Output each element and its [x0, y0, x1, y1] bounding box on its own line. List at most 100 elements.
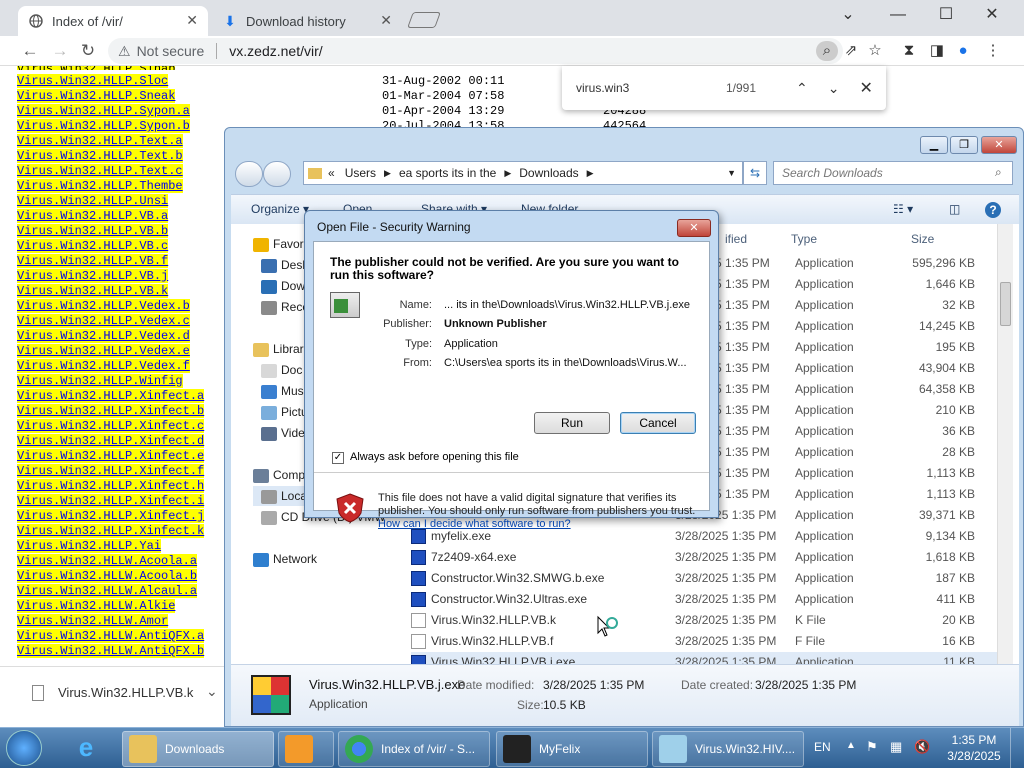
file-row[interactable]: Virus.Win32.HLLP.VB.f 3/28/2025 1:35 PM F …: [411, 631, 1001, 652]
listing-link[interactable]: Virus.Win32.HLLP.Sypon.b: [17, 119, 190, 133]
organize-button[interactable]: Organize ▾: [251, 202, 309, 216]
listing-link[interactable]: Virus.Win32.HLLW.Alcaul.a: [17, 584, 198, 598]
breadcrumb-arrow-icon[interactable]: ▶: [384, 168, 391, 179]
file-row[interactable]: Constructor.Win32.Ultras.exe 3/28/2025 1:…: [411, 589, 1001, 610]
listing-row[interactable]: Virus.Win32.HLLP.Yai: [17, 539, 162, 554]
show-desktop-button[interactable]: [1010, 728, 1024, 768]
taskbar-item-chrome[interactable]: Index of /vir/ - S...: [338, 731, 490, 767]
nav-item[interactable]: Comp: [253, 465, 305, 485]
listing-row[interactable]: Virus.Win32.HLLW.Acoola.b: [17, 569, 198, 584]
nav-item[interactable]: Librar: [253, 339, 304, 359]
find-input[interactable]: virus.win3: [576, 81, 722, 95]
find-close-icon[interactable]: ✕: [859, 78, 872, 98]
profile-avatar-icon[interactable]: ●: [952, 41, 974, 61]
listing-link[interactable]: Virus.Win32.HLLP.Text.c: [17, 164, 183, 178]
listing-row[interactable]: Virus.Win32.HLLP.VB.a: [17, 209, 169, 224]
listing-link[interactable]: Virus.Win32.HLLP.VB.b: [17, 224, 169, 238]
listing-link[interactable]: Virus.Win32.HLLP.Xinfect.k: [17, 524, 205, 538]
help-icon[interactable]: ?: [985, 202, 1001, 218]
nav-item[interactable]: Doc: [261, 360, 302, 380]
dialog-close-button[interactable]: ✕: [677, 219, 711, 237]
listing-link[interactable]: Virus.Win32.HLLP.Vedex.b: [17, 299, 190, 313]
nav-item[interactable]: Vide: [261, 423, 305, 443]
listing-link[interactable]: Virus.Win32.HLLP.Sneak: [17, 89, 176, 103]
listing-link[interactable]: Virus.Win32.HLLP.Winfig: [17, 374, 183, 388]
listing-row[interactable]: Virus.Win32.HLLP.Xinfect.i: [17, 494, 205, 509]
listing-row[interactable]: Virus.Win32.HLLP.VB.k: [17, 284, 169, 299]
new-tab-button[interactable]: [407, 12, 441, 28]
listing-row[interactable]: Virus.Win32.HLLP.Sneak: [17, 89, 176, 104]
clock-date[interactable]: 3/28/2025: [944, 749, 1004, 763]
listing-link[interactable]: Virus.Win32.HLLP.Vedex.c: [17, 314, 190, 328]
clock-time[interactable]: 1:35 PM: [948, 733, 1000, 747]
listing-link[interactable]: Virus.Win32.HLLP.Vedex.e: [17, 344, 190, 358]
listing-link[interactable]: Virus.Win32.HLLW.Amor: [17, 614, 169, 628]
warning-icon[interactable]: ⚠: [118, 43, 131, 60]
listing-row[interactable]: Virus.Win32.HLLW.AntiQFX.b: [17, 644, 205, 659]
maximize-button[interactable]: ❐: [950, 136, 978, 154]
listing-row[interactable]: Virus.Win32.HLLW.Alcaul.a: [17, 584, 198, 599]
listing-row[interactable]: Virus.Win32.HLLW.AntiQFX.a: [17, 629, 205, 644]
listing-link[interactable]: Virus.Win32.HLLP.Text.a: [17, 134, 183, 148]
listing-link[interactable]: Virus.Win32.HLLW.Alkie: [17, 599, 176, 613]
close-window-button[interactable]: ✕: [981, 136, 1017, 154]
minimize-button[interactable]: —: [876, 4, 920, 26]
listing-row[interactable]: Virus.Win32.HLLP.Xinfect.j: [17, 509, 205, 524]
tab-download-history[interactable]: ⬇ Download history ✕: [212, 6, 402, 36]
listing-link[interactable]: Virus.Win32.HLLP.Sloc: [17, 74, 169, 88]
listing-row[interactable]: Virus.Win32.HLLP.Sypon.b: [17, 119, 190, 134]
listing-link[interactable]: Virus.Win32.HLLP.Xinfect.f: [17, 464, 205, 478]
nav-item[interactable]: Mus: [261, 381, 304, 401]
url-text[interactable]: vx.zedz.net/vir/: [229, 43, 322, 59]
listing-link[interactable]: Virus.Win32.HLLP.Xinfect.h: [17, 479, 205, 493]
taskbar-item-virus-win32[interactable]: Virus.Win32.HIV....: [652, 731, 804, 767]
explorer-address-bar[interactable]: « Users ▶ ea sports its in the ▶ Downloa…: [303, 161, 743, 185]
listing-row[interactable]: Virus.Win32.HLLP.Xinfect.d: [17, 434, 205, 449]
always-ask-label[interactable]: Always ask before opening this file: [350, 451, 519, 463]
listing-row[interactable]: Virus.Win32.HLLP.Text.a: [17, 134, 183, 149]
listing-link[interactable]: Virus.Win32.HLLP.Vedex.d: [17, 329, 190, 343]
nav-item[interactable]: Rece: [261, 297, 309, 317]
listing-row[interactable]: Virus.Win32.HLLW.Amor: [17, 614, 169, 629]
run-button[interactable]: Run: [534, 412, 610, 434]
action-center-flag-icon[interactable]: ⚑: [866, 739, 878, 755]
address-bar[interactable]: ⚠ Not secure vx.zedz.net/vir/: [108, 38, 843, 64]
download-file-name[interactable]: Virus.Win32.HLLP.VB.k: [58, 685, 193, 700]
listing-link[interactable]: Virus.Win32.HLLP.VB.j: [17, 269, 169, 283]
show-hidden-icons[interactable]: ▲: [846, 740, 856, 751]
tab-search-icon[interactable]: ⌄: [826, 4, 870, 26]
listing-link[interactable]: Virus.Win32.HLLP.Text.b: [17, 149, 183, 163]
menu-kebab-icon[interactable]: ⋮: [982, 41, 1004, 61]
breadcrumb-user[interactable]: ea sports its in the: [399, 166, 496, 180]
listing-row[interactable]: Virus.Win32.HLLP.Xinfect.e: [17, 449, 205, 464]
cancel-button[interactable]: Cancel: [620, 412, 696, 434]
nav-item[interactable]: Favori: [253, 234, 306, 254]
column-date-modified[interactable]: ified: [725, 232, 747, 246]
listing-row[interactable]: Virus.Win32.HLLP.Vedex.f: [17, 359, 190, 374]
reload-icon[interactable]: ↻: [76, 40, 100, 62]
internet-explorer-icon[interactable]: e: [66, 732, 106, 764]
listing-row[interactable]: Virus.Win32.HLLP.Xinfect.f: [17, 464, 205, 479]
listing-link[interactable]: Virus.Win32.HLLP.Xinfect.c: [17, 419, 205, 433]
listing-row[interactable]: Virus.Win32.HLLP.Winfig: [17, 374, 183, 389]
share-icon[interactable]: ⇗: [840, 41, 862, 61]
listing-link[interactable]: Virus.Win32.HLLP.Xinfect.d: [17, 434, 205, 448]
network-icon[interactable]: ▦: [890, 739, 902, 755]
breadcrumb-downloads[interactable]: Downloads: [519, 166, 578, 180]
address-dropdown-icon[interactable]: ▼: [727, 168, 736, 178]
listing-link[interactable]: Virus.Win32.HLLW.AntiQFX.b: [17, 644, 205, 658]
listing-link[interactable]: Virus.Win32.HLLW.Acoola.a: [17, 554, 198, 568]
forward-icon[interactable]: →: [48, 40, 72, 62]
find-next-icon[interactable]: ⌄: [828, 80, 840, 97]
refresh-icon[interactable]: ⇆: [743, 161, 767, 185]
taskbar-item-downloads[interactable]: Downloads: [122, 731, 274, 767]
forward-icon[interactable]: [263, 161, 291, 187]
taskbar-item-myfelix[interactable]: MyFelix: [496, 731, 648, 767]
listing-row[interactable]: Virus.Win32.HLLP.Xinfect.b: [17, 404, 205, 419]
taskbar-item-media-player[interactable]: [278, 731, 334, 767]
file-list-scrollbar[interactable]: [997, 224, 1013, 664]
scrollbar-thumb[interactable]: [1000, 282, 1011, 326]
file-row[interactable]: Constructor.Win32.SMWG.b.exe 3/28/2025 1:…: [411, 568, 1001, 589]
listing-row[interactable]: Virus.Win32.HLLP.Vedex.c: [17, 314, 190, 329]
listing-row[interactable]: Virus.Win32.HLLP.VB.b: [17, 224, 169, 239]
